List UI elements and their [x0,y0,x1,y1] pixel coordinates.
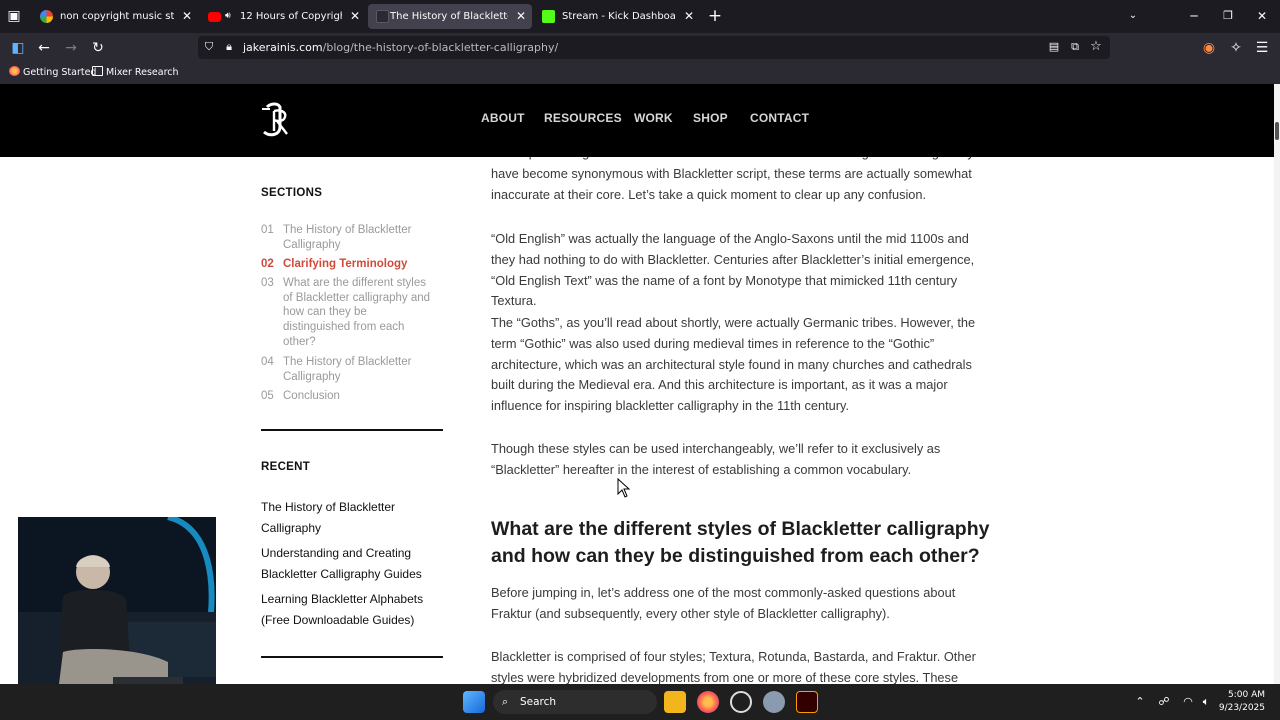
firefox-icon [9,66,20,76]
browser-nav-bar: ◧ ← → ↻ ⛉ 🔒︎ jakerainis.com/blog/the-his… [0,33,1280,62]
article-paragraph: “Old English” was actually the language … [491,231,975,309]
nav-about[interactable]: ABOUT [481,111,525,125]
toc-item[interactable]: 01 The History of Blackletter Calligraph… [261,223,446,252]
minimize-icon[interactable]: ─ [1182,6,1206,26]
sidebar-toggle-icon[interactable]: ◧ [8,38,28,58]
bookmark-mixer-research[interactable]: Mixer Research [92,62,179,84]
reload-icon[interactable]: ↻ [88,38,108,58]
browser-tab-bar: ▣ non copyright music streaming ✕ 🔊︎ 12 … [0,0,1280,33]
wifi-icon[interactable]: ◠ [1180,693,1196,711]
toc-item[interactable]: 03 What are the different styles of Blac… [261,276,437,350]
close-tab-icon[interactable]: ✕ [516,4,526,29]
tab-overview-icon[interactable]: ▣ [6,8,22,24]
kick-icon [542,10,555,23]
tab-music-search[interactable]: non copyright music streaming ✕ [32,4,198,29]
article-paragraph: Before jumping in, let’s address one of … [491,585,956,621]
folder-icon [92,66,103,76]
recent-post-link[interactable]: Learning Blackletter Alphabets (Free Dow… [261,589,436,630]
close-tab-icon[interactable]: ✕ [182,4,192,29]
obs-icon[interactable] [730,691,752,713]
shield-icon[interactable]: ⛉ [201,39,217,55]
reader-view-icon[interactable]: ▤ [1046,39,1062,55]
tab-youtube-music[interactable]: 🔊︎ 12 Hours of Copyright Free ✕ [200,4,366,29]
picture-in-picture-icon[interactable]: ⧉ [1067,39,1083,55]
section-heading: What are the different styles of Blackle… [491,518,990,567]
nav-shop[interactable]: SHOP [693,111,728,125]
page-icon [376,10,389,23]
toc-item[interactable]: 04 The History of Blackletter Calligraph… [261,355,446,384]
lock-icon[interactable]: 🔒︎ [221,39,237,55]
illustrator-icon[interactable] [796,691,818,713]
sidebar-divider [261,656,443,658]
recent-heading: RECENT [261,461,311,473]
webcam-image [18,517,216,703]
account-icon[interactable]: ◉ [1199,38,1219,58]
article-paragraph: The “Goths”, as you’ll read about shortl… [491,315,976,414]
address-bar[interactable]: ⛉ 🔒︎ jakerainis.com/blog/the-history-of-… [198,36,1110,59]
page-scrollbar-thumb[interactable] [1275,122,1279,140]
speaker-icon[interactable]: 🔊︎ [225,4,231,29]
sidebar-divider [261,429,443,431]
start-icon[interactable] [463,691,485,713]
recent-post-link[interactable]: Understanding and Creating Blackletter C… [261,543,426,584]
close-window-icon[interactable]: ✕ [1250,6,1274,26]
toc-item[interactable]: 05 Conclusion [261,389,446,404]
bookmark-star-icon[interactable]: ☆ [1088,39,1104,55]
article-paragraph: Blackletter is comprised of four styles;… [491,649,976,684]
site-header: ABOUT RESOURCES WORK SHOP CONTACT [0,84,1274,157]
webcam-overlay [18,517,216,703]
toc-item-current[interactable]: 02 Clarifying Terminology [261,257,446,272]
jr-logo[interactable] [258,101,290,141]
tab-list-chevron-icon[interactable]: ⌄ [1121,6,1145,26]
sections-heading: SECTIONS [261,187,323,199]
windows-taskbar: ⌕ Search ⌃ ☍ ◠ 🔈︎ 5:00 AM 9/23/2025 [0,684,1280,720]
tab-blackletter-history[interactable]: The History of Blackletter Callig ✕ [368,4,532,29]
settings-icon[interactable] [763,691,785,713]
extensions-icon[interactable]: ✧ [1226,38,1246,58]
network-icon[interactable]: ☍ [1156,693,1172,711]
article-paragraph: Though these styles can be used intercha… [491,441,941,477]
article-paragraph: developed during Medieval times. What ab… [491,157,974,202]
mouse-cursor-icon [617,478,631,498]
search-icon: ⌕ [502,695,509,708]
nav-contact[interactable]: CONTACT [750,111,809,125]
close-tab-icon[interactable]: ✕ [350,4,360,29]
url-text[interactable]: jakerainis.com/blog/the-history-of-black… [243,36,558,59]
tab-kick-dashboard[interactable]: Stream - Kick Dashboard ✕ [534,4,700,29]
forward-icon[interactable]: → [61,38,81,58]
volume-icon[interactable]: 🔈︎ [1198,693,1214,711]
close-tab-icon[interactable]: ✕ [684,4,694,29]
taskbar-search[interactable]: ⌕ Search [493,690,657,714]
nav-work[interactable]: WORK [634,111,673,125]
restore-icon[interactable]: ❐ [1216,6,1240,26]
firefox-icon[interactable] [697,691,719,713]
tray-overflow-icon[interactable]: ⌃ [1132,693,1148,711]
recent-post-link[interactable]: The History of Blackletter Calligraphy [261,497,411,538]
bookmark-getting-started[interactable]: Getting Started [9,62,96,84]
youtube-icon [208,12,221,22]
system-clock[interactable]: 5:00 AM 9/23/2025 [1219,689,1265,715]
google-icon [40,10,53,23]
new-tab-icon[interactable]: + [706,6,724,26]
menu-icon[interactable]: ☰ [1252,38,1272,58]
back-icon[interactable]: ← [34,38,54,58]
bookmarks-bar: Getting Started Mixer Research [0,62,1280,84]
file-explorer-icon[interactable] [664,691,686,713]
page-scrollbar[interactable] [1274,84,1280,684]
nav-resources[interactable]: RESOURCES [544,111,622,125]
